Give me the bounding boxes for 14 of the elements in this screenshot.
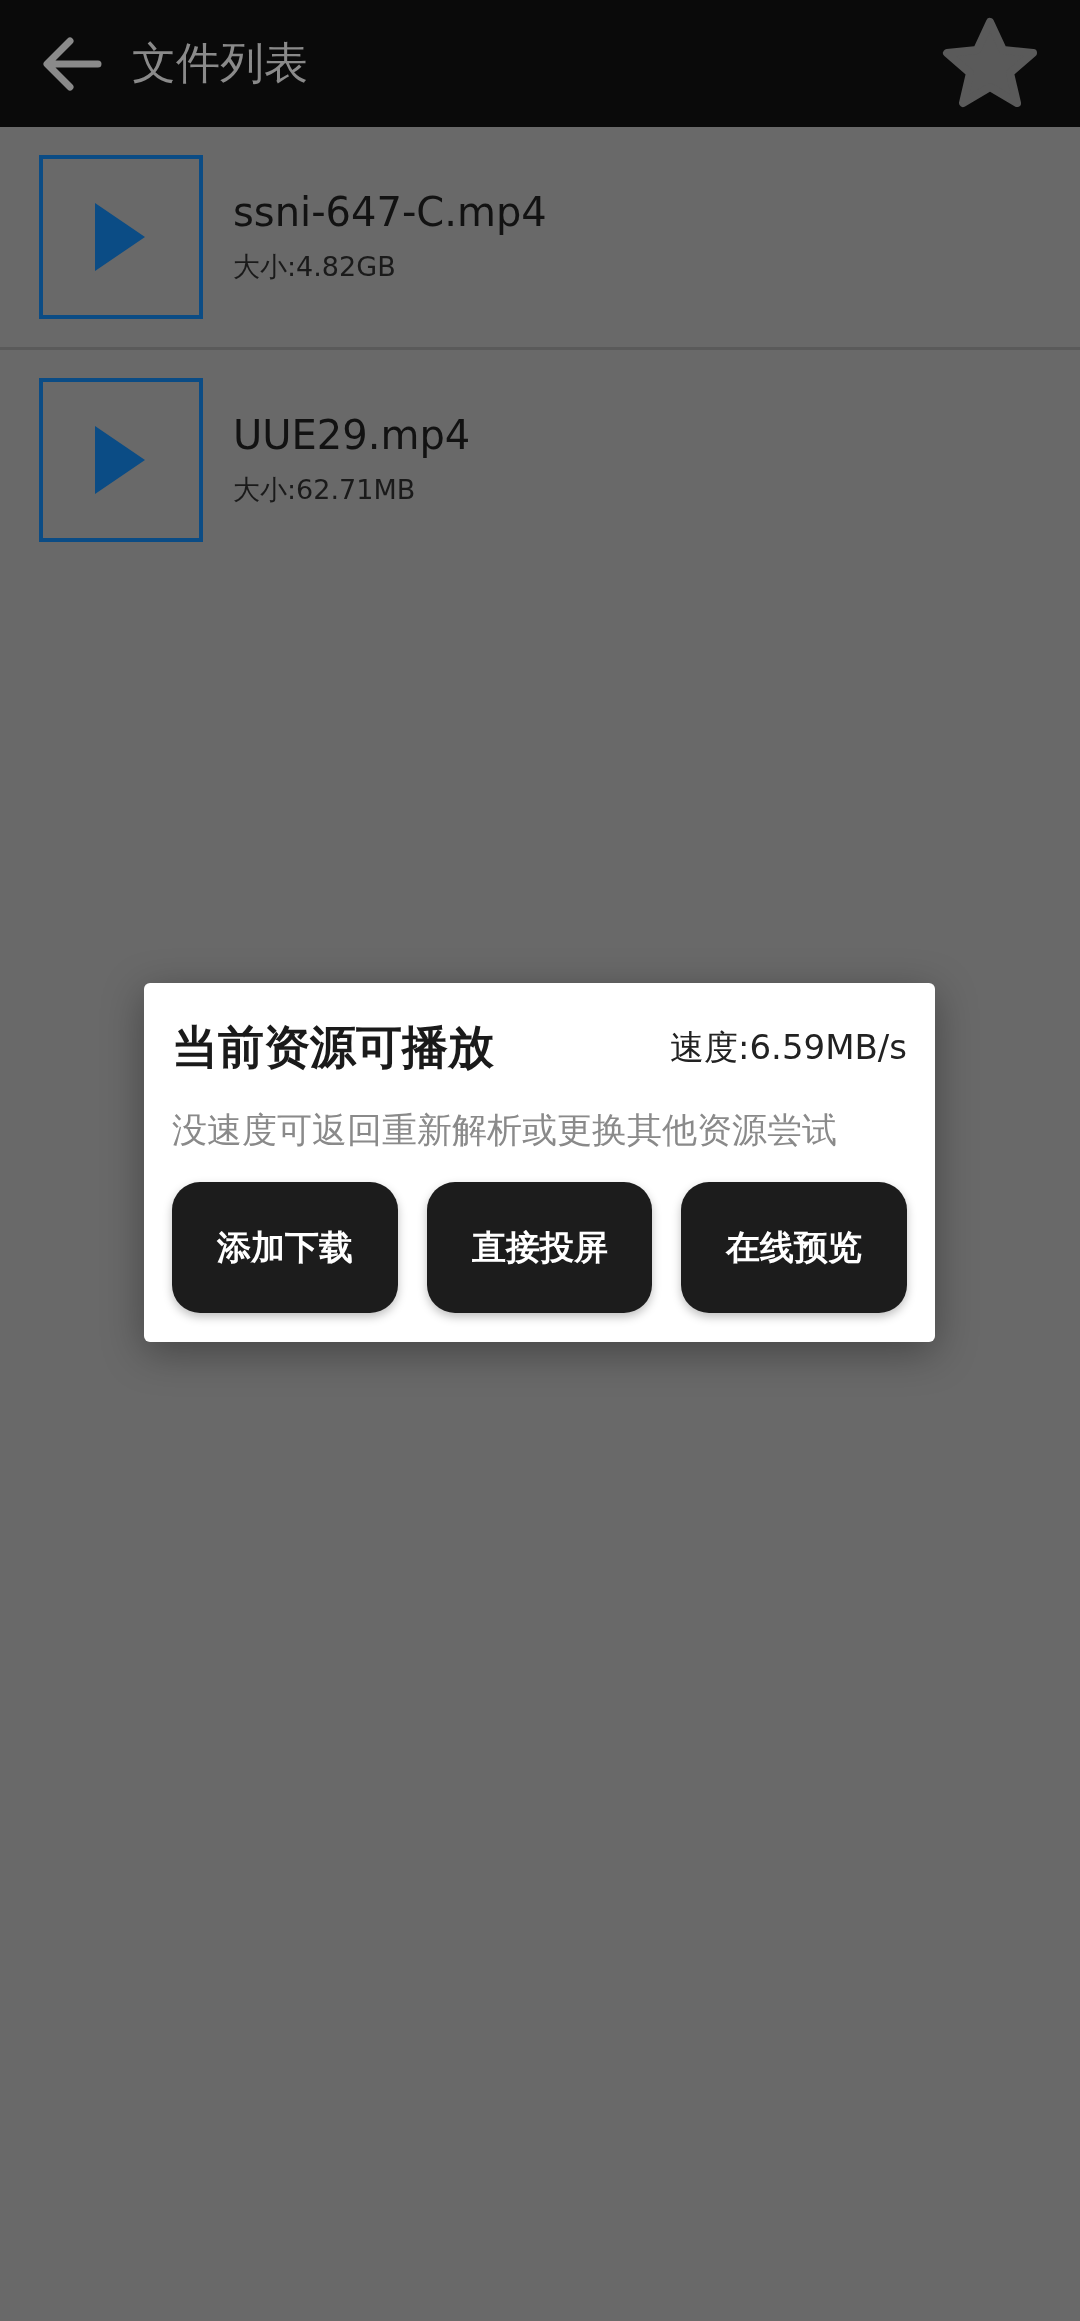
dialog-message: 没速度可返回重新解析或更换其他资源尝试 — [172, 1109, 838, 1152]
play-thumbnail-icon — [39, 155, 203, 319]
file-size: 大小:62.71MB — [233, 473, 417, 507]
action-button[interactable]: 直接投屏 — [426, 1182, 653, 1313]
page-title: 文件列表 — [132, 36, 309, 90]
play-thumbnail-icon — [39, 378, 203, 542]
file-name: ssni-647-C.mp4 — [233, 189, 547, 235]
dialog-title: 当前资源可播放 — [172, 1019, 494, 1076]
file-size: 大小:4.82GB — [233, 250, 397, 284]
action-button[interactable]: 在线预览 — [681, 1182, 907, 1313]
back-arrow-icon[interactable] — [40, 36, 102, 91]
speed-text: 速度:6.59MB/s — [670, 1026, 907, 1069]
file-name: UUE29.mp4 — [233, 412, 471, 458]
action-button[interactable]: 添加下载 — [172, 1182, 398, 1313]
